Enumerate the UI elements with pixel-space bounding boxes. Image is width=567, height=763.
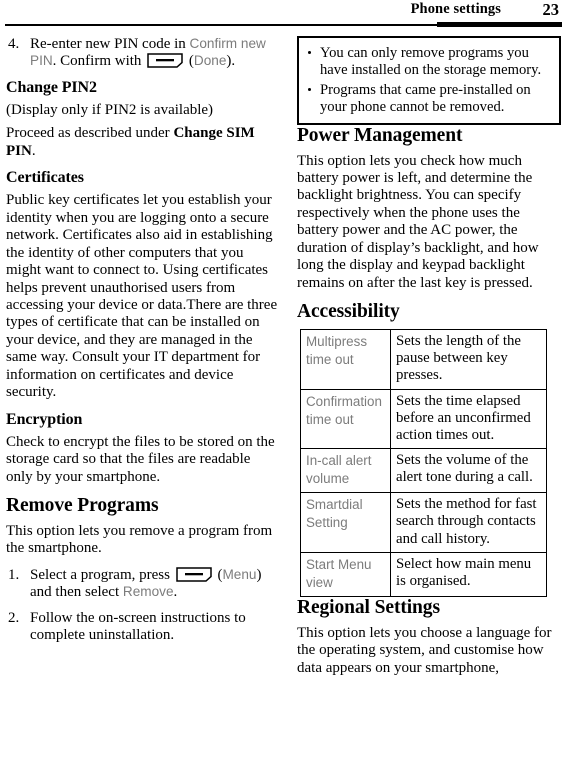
bullet-icon: [308, 51, 312, 55]
heading-power-management: Power Management: [297, 124, 463, 146]
bullet-icon: [308, 87, 312, 92]
setting-description-cell: Sets the volume of the alert tone during…: [390, 448, 547, 494]
right-column: You can only remove programs you have in…: [297, 36, 561, 686]
step-number: 1.: [8, 566, 20, 583]
softkey-icon: [147, 53, 183, 69]
setting-name-cell: Multipress time out: [300, 329, 391, 390]
step-number: 4.: [8, 36, 20, 52]
power-management-paragraph: This option lets you check how much batt…: [297, 152, 539, 291]
step-text: Follow the on-screen instructions to com…: [30, 609, 246, 644]
heading-encryption: Encryption: [6, 410, 83, 428]
regional-settings-paragraph: This option lets you choose a language f…: [297, 624, 552, 676]
setting-name-cell: Confirmation time out: [300, 388, 391, 450]
left-column: 4. Re-enter new PIN code in Confirm new P…: [6, 36, 280, 653]
step-text-middle: . Confirm with: [52, 53, 146, 70]
setting-description-cell: Sets the time elapsed before an unconfir…: [390, 388, 547, 450]
table-row: Multipress time out Sets the length of t…: [300, 329, 547, 390]
step-text-end: .: [173, 584, 178, 601]
list-item: 4. Re-enter new PIN code in Confirm new P…: [6, 36, 280, 71]
change-pin2-paragraph: Proceed as described under Change SIM PI…: [6, 125, 280, 160]
remove-programs-steps: 1. Select a program, press (Menu) and the…: [6, 567, 280, 645]
change-pin2-note: (Display only if PIN2 is available): [6, 101, 214, 118]
paragraph-text-after: .: [31, 142, 36, 159]
note-bullet-list: You can only remove programs you have in…: [305, 45, 551, 116]
note-callout-box: You can only remove programs you have in…: [297, 36, 561, 125]
note-bullet-text: Programs that came pre-installed on your…: [320, 81, 531, 115]
heading-regional-settings: Regional Settings: [297, 596, 440, 618]
paragraph-text-before: Proceed as described under: [6, 125, 174, 142]
list-item: 2. Follow the on-screen instructions to c…: [6, 610, 280, 645]
heading-accessibility: Accessibility: [297, 301, 400, 323]
step-text-after-icon: (: [185, 53, 194, 70]
list-item: Programs that came pre-installed on your…: [305, 82, 551, 116]
heading-remove-programs: Remove Programs: [6, 495, 159, 517]
header-title: Phone settings: [410, 1, 501, 17]
heading-change-pin2: Change PIN2: [6, 78, 97, 96]
table-row: Confirmation time out Sets the time elap…: [300, 388, 547, 450]
ui-label-done: Done: [193, 53, 227, 69]
list-item: You can only remove programs you have in…: [305, 45, 551, 79]
setting-name-cell: Smartdial Setting: [300, 492, 391, 553]
page-number: 23: [542, 0, 560, 19]
ui-label-remove: Remove: [122, 584, 174, 600]
step-text-end: ).: [226, 53, 236, 70]
page-header: Phone settings 23: [0, 0, 567, 30]
remove-programs-paragraph: This option lets you remove a program fr…: [6, 522, 273, 557]
setting-description-cell: Sets the length of the pause between key…: [390, 329, 547, 390]
encryption-paragraph: Check to encrypt the files to be stored …: [6, 433, 275, 485]
softkey-icon: [175, 567, 212, 582]
setting-description-cell: Select how main menu is organised.: [390, 551, 547, 597]
table-row: In-call alert volume Sets the volume of …: [300, 448, 547, 494]
ui-label-menu: Menu: [222, 566, 257, 582]
step-number: 2.: [8, 609, 20, 626]
table-row: Smartdial Setting Sets the method for fa…: [300, 492, 547, 553]
note-bullet-text: You can only remove programs you have in…: [320, 45, 542, 78]
manual-page: Phone settings 23 4. Re-enter new PIN cod…: [0, 0, 567, 763]
setting-name-cell: Start Menu view: [300, 551, 391, 597]
table-row: Start Menu view Select how main menu is …: [300, 551, 547, 597]
heading-certificates: Certificates: [6, 169, 84, 187]
step-text-before: Select a program, press: [30, 566, 174, 583]
list-item: 1. Select a program, press (Menu) and the…: [6, 567, 280, 602]
change-sim-pin-steps: 4. Re-enter new PIN code in Confirm new P…: [6, 36, 280, 71]
accessibility-settings-table: Multipress time out Sets the length of t…: [300, 329, 547, 597]
step-text-before: Re-enter new PIN code in: [30, 36, 190, 52]
setting-name-cell: In-call alert volume: [300, 448, 391, 494]
header-rule-accent: [437, 22, 562, 27]
setting-description-cell: Sets the method for fast search through …: [390, 492, 547, 553]
certificates-paragraph: Public key certificates let you establis…: [6, 192, 278, 401]
